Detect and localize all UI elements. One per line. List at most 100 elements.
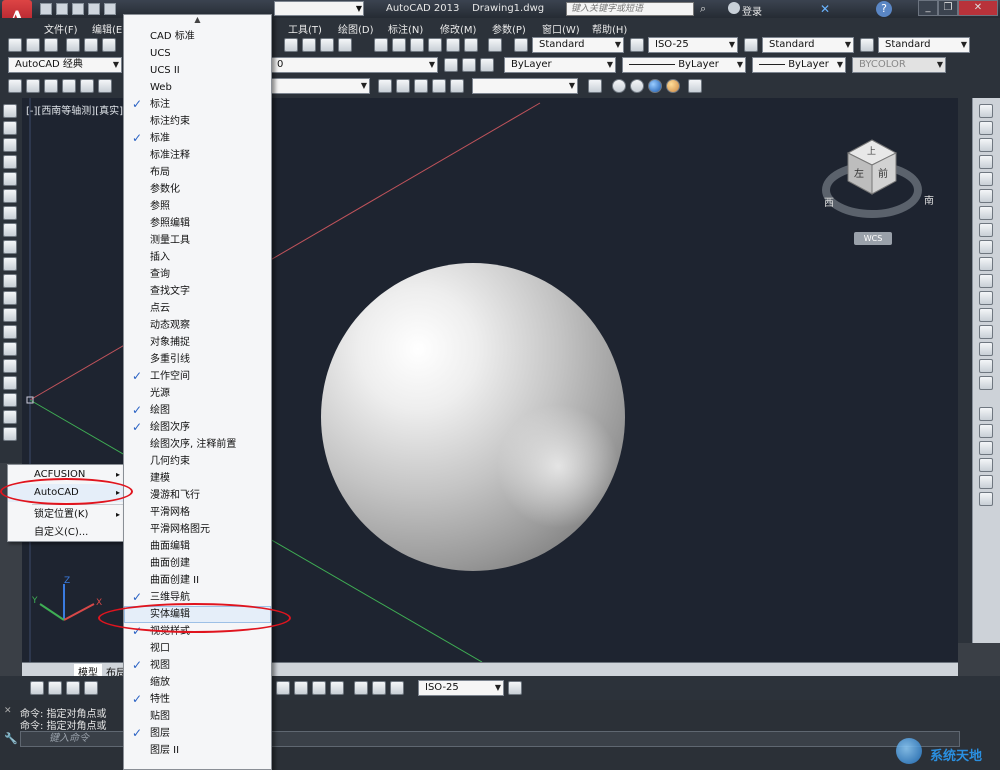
menu-dimension[interactable]: 标注(N) — [388, 21, 423, 36]
rectangle-icon[interactable] — [3, 172, 17, 186]
add-selected-icon[interactable] — [3, 427, 17, 441]
qnew-icon[interactable] — [8, 38, 22, 52]
new-icon[interactable] — [40, 3, 52, 15]
open-file-icon[interactable] — [26, 38, 40, 52]
workspace-select[interactable]: AutoCAD 经典 ▼ — [8, 57, 122, 73]
fly-icon[interactable] — [450, 79, 464, 93]
menu-file[interactable]: 文件(F) — [44, 21, 78, 36]
polygon-icon[interactable] — [3, 155, 17, 169]
submenu-item[interactable]: ✓ 图层 — [124, 725, 271, 742]
center-mark-icon[interactable] — [294, 681, 308, 695]
save-icon[interactable] — [72, 3, 84, 15]
color-select[interactable]: ByLayer ▼ — [504, 57, 616, 73]
hatch-icon[interactable] — [3, 342, 17, 356]
orbit-icon[interactable] — [414, 79, 428, 93]
save-file-icon[interactable] — [44, 38, 58, 52]
submenu-item[interactable]: 参照 — [124, 198, 271, 215]
construction-line-icon[interactable] — [3, 121, 17, 135]
submenu-item[interactable]: Web — [124, 79, 271, 96]
scroll-up-icon[interactable]: ▲ — [124, 15, 271, 27]
array-icon[interactable] — [979, 172, 993, 186]
binoculars-icon[interactable]: ⌕ — [700, 2, 714, 16]
design-center-icon[interactable] — [392, 38, 406, 52]
view-bottom-icon[interactable] — [44, 79, 58, 93]
view-front-icon[interactable] — [98, 79, 112, 93]
ctx-item-lock-location[interactable]: 锁定位置(K) ▸ — [8, 506, 126, 524]
submenu-item[interactable]: 对象捕捉 — [124, 334, 271, 351]
arc-icon[interactable] — [3, 189, 17, 203]
viewport-controls-label[interactable]: [-][西南等轴测][真实] — [26, 102, 123, 117]
submenu-item[interactable]: UCS II — [124, 62, 271, 79]
ordinate-dim-icon[interactable] — [84, 681, 98, 695]
menu-modify[interactable]: 修改(M) — [440, 21, 476, 36]
menu-edit[interactable]: 编辑(E) — [92, 21, 126, 36]
region-icon[interactable] — [3, 376, 17, 390]
circle-icon[interactable] — [3, 206, 17, 220]
dim-update-icon[interactable] — [390, 681, 404, 695]
chamfer-icon[interactable] — [979, 342, 993, 356]
submenu-item[interactable]: 曲面编辑 — [124, 538, 271, 555]
view-left-icon[interactable] — [62, 79, 76, 93]
help-icon[interactable]: ? — [876, 1, 892, 17]
zoom-icon[interactable] — [396, 79, 410, 93]
quickcalc-icon[interactable] — [464, 38, 478, 52]
make-layer-current-icon[interactable] — [444, 58, 458, 72]
submenu-item[interactable]: 动态观察 — [124, 317, 271, 334]
layer-states-icon[interactable] — [480, 58, 494, 72]
submenu-item[interactable]: 缩放 — [124, 674, 271, 691]
mleader-style-icon[interactable] — [860, 38, 874, 52]
submenu-item[interactable]: 曲面创建 II — [124, 572, 271, 589]
search-input[interactable]: 键入关键字或短语 — [566, 2, 694, 16]
rotate-icon[interactable] — [979, 206, 993, 220]
erase-icon[interactable] — [979, 104, 993, 118]
aligned-dim-icon[interactable] — [48, 681, 62, 695]
dim-style-icon[interactable] — [630, 38, 644, 52]
submenu-item[interactable]: 参数化 — [124, 181, 271, 198]
multiline-text-icon[interactable] — [3, 410, 17, 424]
line-icon[interactable] — [3, 104, 17, 118]
visual-style-select[interactable]: ▼ — [472, 78, 578, 94]
lineweight-select[interactable]: ByLayer ▼ — [752, 57, 846, 73]
zoom-window-icon[interactable] — [320, 38, 334, 52]
scale-icon[interactable] — [979, 223, 993, 237]
menu-window[interactable]: 窗口(W) — [542, 21, 580, 36]
dim-edit-icon[interactable] — [354, 681, 368, 695]
user-icon[interactable] — [728, 2, 740, 14]
ctx-item-customize[interactable]: 自定义(C)... — [8, 524, 126, 542]
vs-realistic-icon[interactable] — [648, 79, 662, 93]
ellipse-icon[interactable] — [3, 257, 17, 271]
submenu-item[interactable]: 参照编辑 — [124, 215, 271, 232]
table-icon[interactable] — [3, 393, 17, 407]
point-icon[interactable] — [3, 325, 17, 339]
arc-length-icon[interactable] — [66, 681, 80, 695]
layer-select[interactable]: 0 ▼ — [270, 57, 438, 73]
break-icon[interactable] — [979, 308, 993, 322]
submenu-item[interactable]: ✓ 标准 — [124, 130, 271, 147]
submenu-item[interactable]: 几何约束 — [124, 453, 271, 470]
right-scroll-strip[interactable] — [958, 98, 972, 643]
wcs-menu-button[interactable]: WCS — [854, 232, 892, 245]
submenu-item[interactable]: 图层 II — [124, 742, 271, 759]
submenu-item[interactable]: ✓ 绘图次序 — [124, 419, 271, 436]
submenu-item[interactable]: ✓ 绘图 — [124, 402, 271, 419]
submenu-item[interactable]: 光源 — [124, 385, 271, 402]
bring-text-front-icon[interactable] — [979, 475, 993, 489]
mirror-icon[interactable] — [979, 138, 993, 152]
publish-icon[interactable] — [102, 38, 116, 52]
submenu-item[interactable]: 标准注释 — [124, 147, 271, 164]
close-button[interactable]: ✕ — [958, 0, 998, 16]
fillet-icon[interactable] — [979, 359, 993, 373]
dim-style-manager-icon[interactable] — [508, 681, 522, 695]
table-style-select[interactable]: Standard ▼ — [762, 37, 854, 53]
submenu-item[interactable]: 绘图次序, 注释前置 — [124, 436, 271, 453]
login-link[interactable]: 登录 — [742, 3, 762, 18]
zoom-realtime-icon[interactable] — [302, 38, 316, 52]
join-icon[interactable] — [979, 325, 993, 339]
text-style-select[interactable]: Standard ▼ — [532, 37, 624, 53]
properties-icon[interactable] — [374, 38, 388, 52]
linetype-select[interactable]: ByLayer ▼ — [622, 57, 746, 73]
revision-cloud-icon[interactable] — [3, 223, 17, 237]
submenu-item[interactable]: 标注约束 — [124, 113, 271, 130]
view-right-icon[interactable] — [80, 79, 94, 93]
submenu-item[interactable]: 建模 — [124, 470, 271, 487]
